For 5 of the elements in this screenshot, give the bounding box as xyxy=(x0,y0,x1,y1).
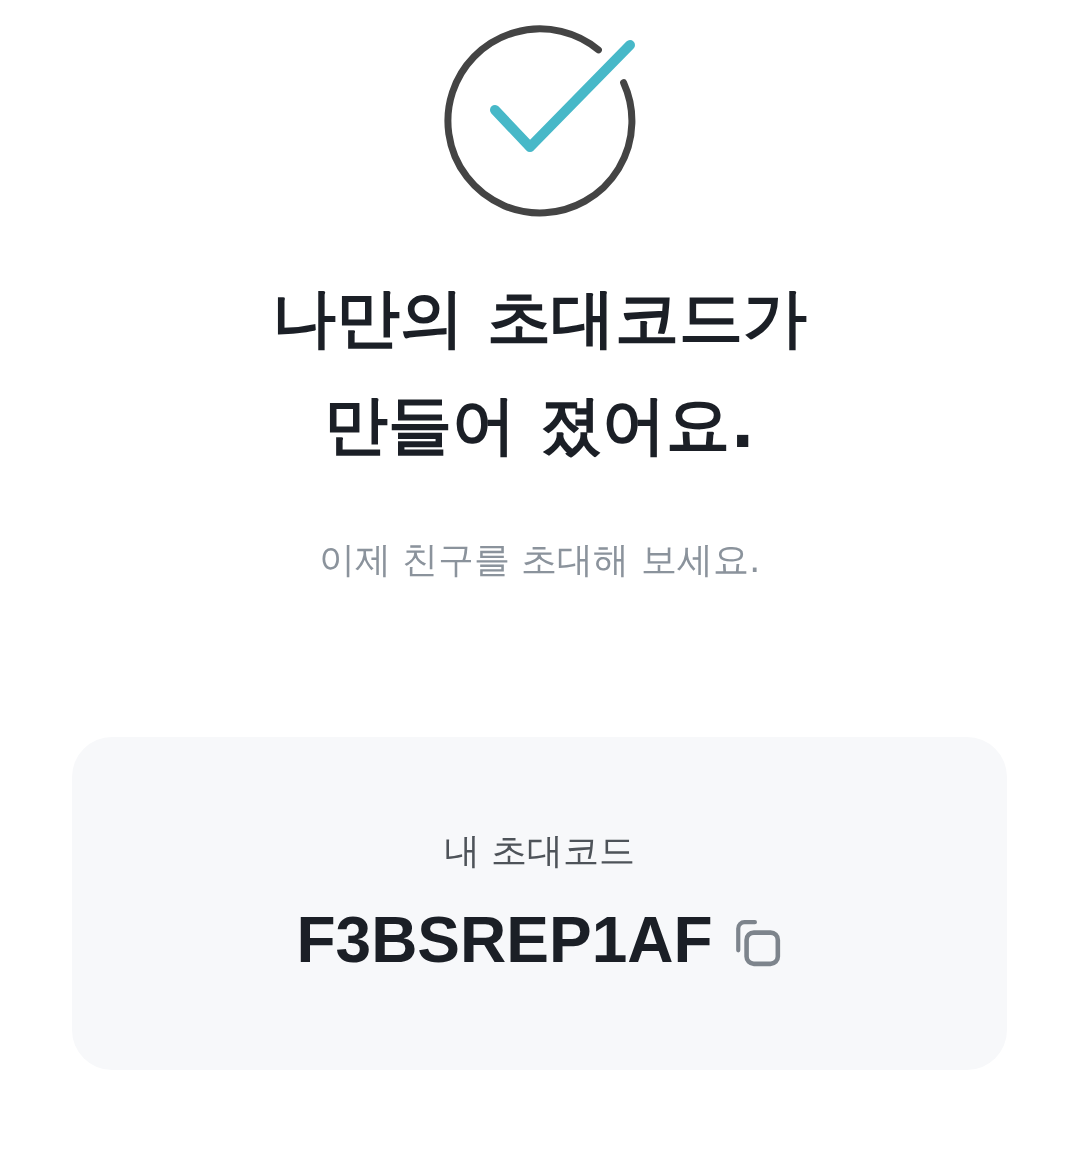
success-title: 나만의 초대코드가 만들어 졌어요. xyxy=(271,280,808,464)
check-circle-icon xyxy=(441,23,638,219)
invite-code-label: 내 초대코드 xyxy=(443,829,636,873)
invite-code: F3BSREP1AF xyxy=(296,903,713,978)
invite-subtitle: 이제 친구를 초대해 보세요. xyxy=(318,538,761,582)
